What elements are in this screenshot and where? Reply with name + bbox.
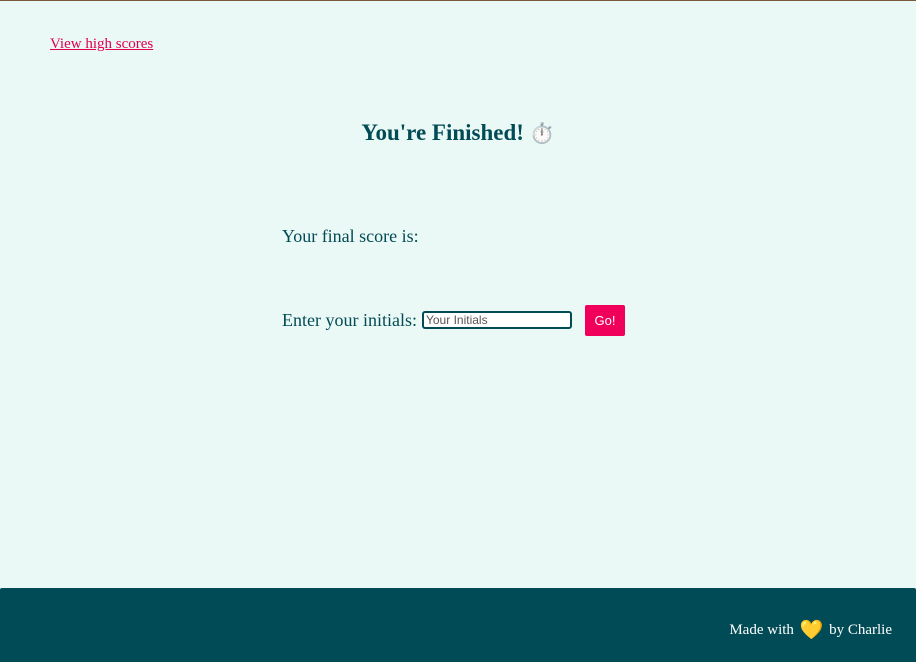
page-title-text: You're Finished! bbox=[361, 120, 524, 145]
footer-made-with: Made with bbox=[729, 622, 794, 638]
final-score-label: Your final score is: bbox=[282, 226, 419, 246]
final-score: Your final score is: bbox=[282, 226, 419, 247]
initials-input[interactable] bbox=[421, 311, 572, 329]
footer-credit: Made with 💛 by Charlie bbox=[729, 618, 892, 641]
top-border bbox=[0, 0, 916, 1]
view-high-scores-link[interactable]: View high scores bbox=[50, 36, 153, 53]
footer: Made with 💛 by Charlie bbox=[0, 588, 916, 662]
stopwatch-icon: ⏱️ bbox=[529, 121, 555, 145]
yellow-heart-icon: 💛 bbox=[799, 619, 824, 641]
initials-label: Enter your initials: bbox=[282, 309, 417, 330]
page-title: You're Finished! ⏱️ bbox=[0, 120, 916, 146]
footer-author: by Charlie bbox=[829, 622, 892, 638]
go-button[interactable]: Go! bbox=[584, 304, 625, 336]
initials-form: Enter your initials: Go! bbox=[282, 304, 625, 336]
